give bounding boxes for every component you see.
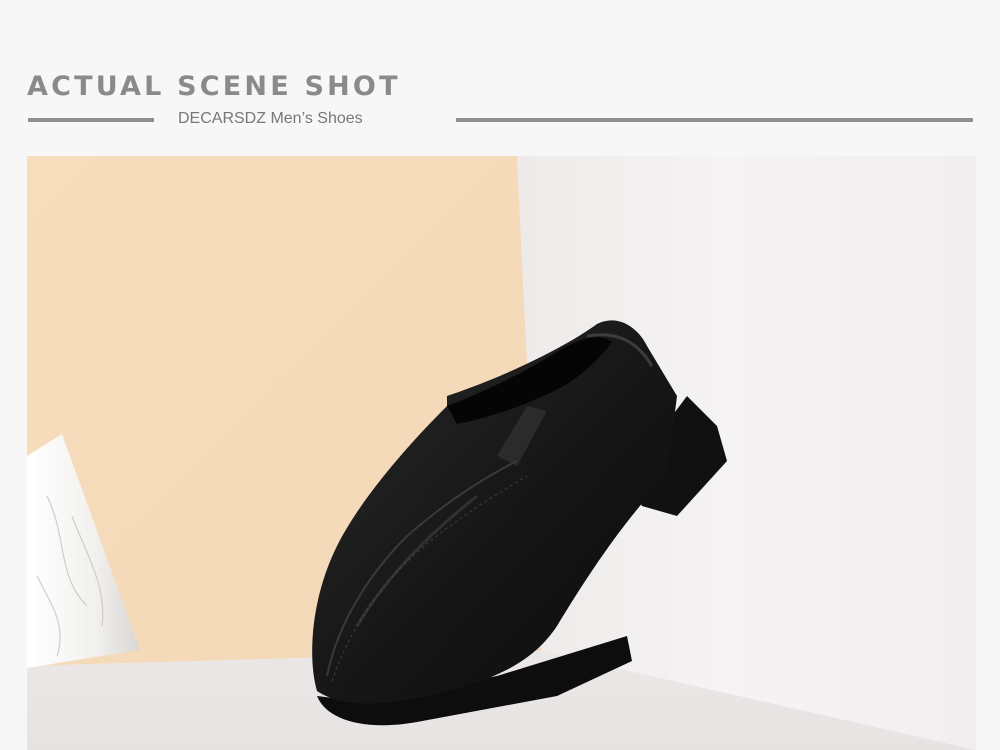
- section-title: ACTUAL SCENE SHOT: [27, 71, 401, 102]
- divider-right: [456, 118, 973, 122]
- divider-left: [28, 118, 154, 122]
- section-header: ACTUAL SCENE SHOT DECARSDZ Men’s Shoes: [0, 0, 1000, 156]
- product-scene-photo: [27, 156, 976, 750]
- section-subtitle: DECARSDZ Men’s Shoes: [178, 110, 363, 127]
